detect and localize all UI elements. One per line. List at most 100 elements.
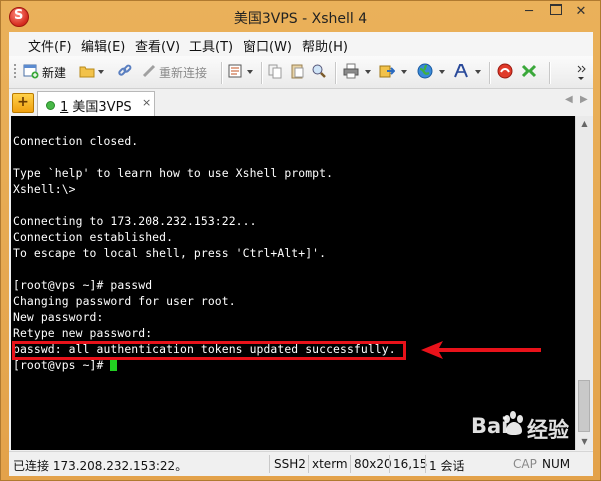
maximize-icon: [550, 4, 562, 15]
tab-scroll-right-icon[interactable]: ▶: [580, 94, 588, 105]
menu-window[interactable]: 窗口(W): [243, 36, 292, 55]
num-lock-indicator: NUM: [542, 457, 571, 471]
terminal-line: To escape to local shell, press 'Ctrl+Al…: [13, 246, 327, 260]
xmanager-icon: [521, 64, 537, 78]
terminal-line: Type `help' to learn how to use Xshell p…: [13, 166, 334, 180]
close-button[interactable]: ✕: [567, 2, 595, 22]
caps-lock-indicator: CAP: [513, 457, 537, 471]
terminal-prompt-line: [root@vps ~]#: [13, 358, 118, 372]
toolbar-overflow-button[interactable]: [575, 62, 591, 82]
baidu-jingyan-watermark: Bai 经验: [471, 406, 583, 446]
menu-file[interactable]: 文件(F): [28, 36, 72, 55]
app-window: S 美国3VPS - Xshell 4 ─ ✕ 文件(F) 编辑(E) 查看(V…: [0, 0, 601, 481]
new-session-icon: [23, 64, 39, 79]
status-separator: [425, 455, 426, 473]
copy-icon: [268, 64, 282, 79]
toolbar-separator: [489, 62, 491, 84]
font-button[interactable]: [453, 62, 483, 82]
terminal-type-status: xterm: [312, 457, 348, 471]
globe-icon: [417, 63, 433, 79]
transfer-icon: [379, 65, 395, 78]
open-folder-icon: [79, 66, 95, 78]
status-separator: [389, 455, 390, 473]
transfer-button[interactable]: [379, 62, 409, 82]
baidu-paw-icon: [504, 411, 523, 435]
cursor-position-status: 16,15: [393, 457, 428, 471]
status-bar: 已连接 173.208.232.153:22。 SSH2 xterm 80x20…: [9, 451, 593, 476]
new-session-label: 新建: [42, 66, 67, 80]
terminal-line: [root@vps ~]# passwd: [13, 278, 153, 292]
terminal-size-status: 80x20: [354, 457, 392, 471]
xftp-button[interactable]: [497, 62, 517, 82]
reconnect-button[interactable]: 重新连接: [141, 62, 217, 82]
status-separator: [269, 455, 270, 473]
terminal-prompt: [root@vps ~]#: [13, 358, 111, 372]
paste-button[interactable]: [289, 62, 307, 82]
toolbar: 新建 重新连接: [9, 56, 593, 89]
terminal-line: Xshell:\>: [13, 182, 76, 196]
find-button[interactable]: [311, 62, 329, 82]
menu-edit[interactable]: 编辑(E): [81, 36, 125, 55]
globe-dropdown-icon[interactable]: [439, 70, 445, 74]
print-button[interactable]: [343, 62, 373, 82]
menu-help[interactable]: 帮助(H): [302, 36, 348, 55]
highlight-box-annotation: [12, 341, 406, 360]
terminal-line: New password:: [13, 310, 104, 324]
terminal-line: Changing password for user root.: [13, 294, 236, 308]
toolbar-grip[interactable]: [13, 62, 17, 82]
more-icon: [577, 65, 586, 80]
connect-button[interactable]: [117, 62, 135, 82]
reconnect-label: 重新连接: [159, 66, 208, 80]
copy-button[interactable]: [267, 62, 285, 82]
link-icon: [118, 64, 132, 76]
print-icon: [343, 63, 359, 79]
tab-scroll-left-icon[interactable]: ◀: [565, 94, 573, 105]
menu-view[interactable]: 查看(V): [135, 36, 180, 55]
window-title: 美国3VPS - Xshell 4: [233, 11, 368, 27]
toolbar-separator: [549, 62, 551, 84]
find-icon: [312, 64, 326, 78]
connected-status-icon: [46, 101, 55, 110]
minimize-button[interactable]: ─: [516, 2, 542, 22]
xftp-icon: [497, 63, 513, 79]
tab-close-button[interactable]: ×: [142, 96, 151, 109]
watermark-text-right: 经验: [527, 418, 569, 442]
terminal-vertical-scrollbar[interactable]: ▲ ▼: [575, 116, 593, 450]
properties-dropdown-icon[interactable]: [247, 70, 253, 74]
session-tab[interactable]: 1 美国3VPS ×: [37, 91, 155, 116]
add-tab-button[interactable]: +: [12, 93, 34, 113]
title-bar[interactable]: S 美国3VPS - Xshell 4 ─ ✕: [1, 1, 600, 32]
session-tab-name: 美国3VPS: [68, 100, 132, 115]
terminal-screen[interactable]: Connection closed. Type `help' to learn …: [11, 116, 575, 450]
session-tab-bar: + 1 美国3VPS × ◀ ▶: [9, 89, 593, 116]
open-button[interactable]: [79, 62, 105, 82]
globe-button[interactable]: [417, 62, 447, 82]
toolbar-separator: [261, 62, 263, 84]
terminal-cursor: [110, 359, 118, 371]
properties-button[interactable]: [227, 62, 255, 82]
font-icon: [454, 64, 468, 78]
xmanager-button[interactable]: [521, 62, 541, 82]
session-count-status: 1 会话: [429, 459, 465, 473]
new-session-button[interactable]: 新建: [23, 62, 73, 82]
reconnect-icon: [142, 64, 156, 78]
scroll-up-icon[interactable]: ▲: [576, 116, 593, 132]
terminal-line: Connection established.: [13, 230, 174, 244]
print-dropdown-icon[interactable]: [365, 70, 371, 74]
toolbar-separator: [335, 62, 337, 84]
font-dropdown-icon[interactable]: [475, 70, 481, 74]
menu-tools[interactable]: 工具(T): [189, 36, 233, 55]
connection-status: 已连接 173.208.232.153:22。: [13, 459, 188, 473]
properties-icon: [228, 64, 242, 78]
terminal-line: Retype new password:: [13, 326, 153, 340]
menu-bar: 文件(F) 编辑(E) 查看(V) 工具(T) 窗口(W) 帮助(H): [9, 32, 593, 56]
terminal-line: Connection closed.: [13, 134, 139, 148]
open-dropdown-icon[interactable]: [98, 70, 104, 74]
protocol-status: SSH2: [274, 457, 306, 471]
session-tab-label: 1 美国3VPS: [60, 96, 132, 115]
status-separator: [350, 455, 351, 473]
terminal-line: Connecting to 173.208.232.153:22...: [13, 214, 257, 228]
transfer-dropdown-icon[interactable]: [401, 70, 407, 74]
toolbar-separator: [221, 62, 223, 84]
maximize-button[interactable]: [543, 2, 569, 22]
